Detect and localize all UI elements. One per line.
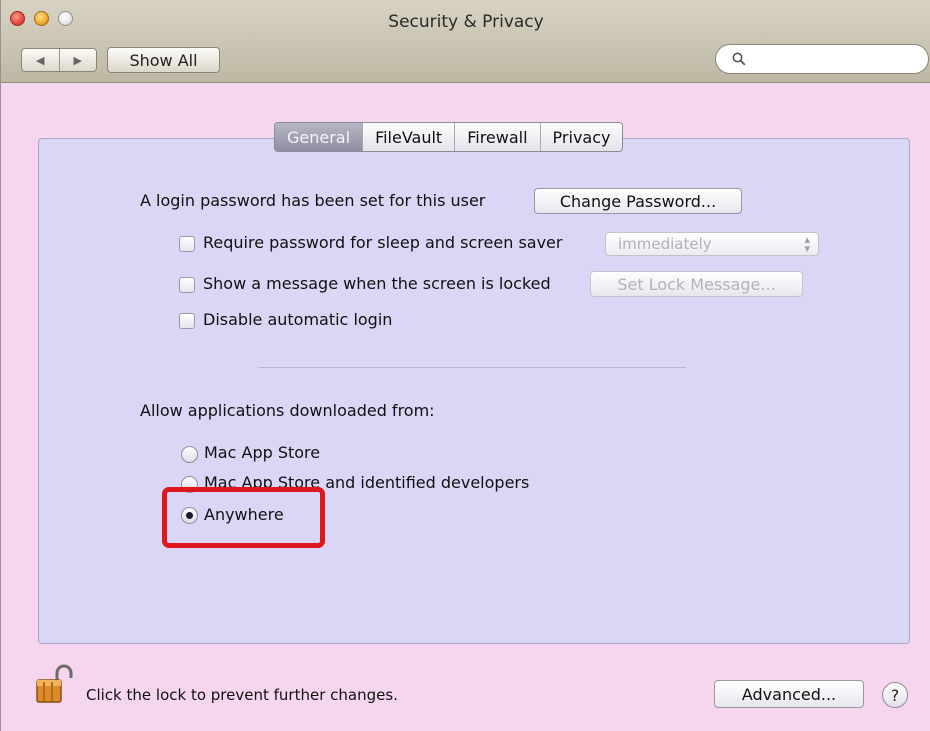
window-title: Security & Privacy (388, 12, 544, 32)
require-password-label: Require password for sleep and screen sa… (203, 233, 563, 252)
require-password-delay-value: immediately (618, 235, 712, 253)
require-password-delay-select[interactable]: immediately ▴ ▾ (605, 232, 819, 256)
forward-arrow-icon[interactable]: ▶ (58, 49, 97, 71)
tab-firewall[interactable]: Firewall (454, 123, 539, 151)
general-pane (38, 138, 910, 644)
lock-status-text: Click the lock to prevent further change… (86, 686, 398, 704)
tab-filevault[interactable]: FileVault (362, 123, 454, 151)
disable-autologin-label: Disable automatic login (203, 310, 393, 329)
back-arrow-icon[interactable]: ◀ (22, 49, 59, 71)
help-button[interactable]: ? (882, 682, 908, 708)
set-lock-message-button[interactable]: Set Lock Message... (590, 271, 803, 297)
tab-privacy[interactable]: Privacy (539, 123, 623, 151)
tab-bar: General FileVault Firewall Privacy (274, 122, 624, 152)
disable-autologin-checkbox[interactable] (179, 313, 195, 329)
radio-mac-app-store-label: Mac App Store (204, 443, 321, 462)
search-input[interactable] (752, 50, 916, 68)
advanced-button[interactable]: Advanced... (714, 680, 864, 708)
section-divider (259, 367, 686, 368)
security-privacy-window: Security & Privacy ◀ ▶ Show All General … (0, 0, 930, 731)
tab-general[interactable]: General (275, 123, 363, 151)
radio-mac-app-store[interactable] (181, 446, 198, 463)
annotation-highlight-box (162, 487, 325, 548)
search-icon (732, 52, 746, 66)
allow-apps-heading: Allow applications downloaded from: (140, 401, 435, 420)
change-password-button[interactable]: Change Password... (534, 188, 742, 214)
require-password-checkbox[interactable] (179, 236, 195, 252)
title-toolbar: Security & Privacy ◀ ▶ Show All (1, 0, 930, 83)
back-forward-control: ◀ ▶ (21, 48, 97, 72)
up-down-arrows-icon: ▴ ▾ (804, 233, 810, 255)
login-password-text: A login password has been set for this u… (140, 191, 486, 210)
show-message-checkbox[interactable] (179, 277, 195, 293)
unlocked-padlock-icon[interactable] (33, 664, 75, 704)
show-all-button[interactable]: Show All (107, 47, 220, 73)
search-field[interactable] (715, 44, 929, 74)
show-message-label: Show a message when the screen is locked (203, 274, 551, 293)
